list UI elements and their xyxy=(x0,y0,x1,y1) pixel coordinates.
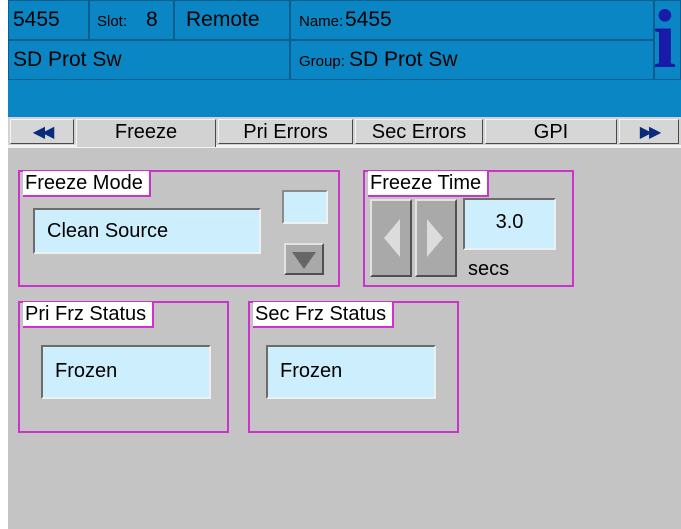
left-arrow-icon xyxy=(384,219,400,257)
group-cell: Group: SD Prot Sw xyxy=(290,40,654,80)
unit-id: 5455 xyxy=(13,8,60,31)
device-type-cell: SD Prot Sw xyxy=(8,40,290,80)
freeze-mode-group: Freeze Mode Clean Source xyxy=(18,170,340,287)
name-cell: Name: 5455 xyxy=(290,0,654,40)
sec-frz-status-group: Sec Frz Status Frozen xyxy=(248,301,459,433)
name-label: Name: xyxy=(299,13,344,30)
pri-frz-status-group: Pri Frz Status Frozen xyxy=(18,301,229,433)
group-label: Group: xyxy=(299,53,345,70)
tab-scroll-right-button[interactable]: ▶▶ xyxy=(619,119,679,144)
sec-frz-status-value: Frozen xyxy=(266,345,436,399)
slot-label: Slot: xyxy=(97,13,128,30)
mode-label: Remote xyxy=(186,8,260,31)
slot-value: 8 xyxy=(146,8,158,31)
tab-gpi[interactable]: GPI xyxy=(485,119,617,144)
freeze-time-title: Freeze Time xyxy=(368,171,490,197)
tab-scroll-left-button[interactable]: ◀◀ xyxy=(10,119,74,144)
device-type: SD Prot Sw xyxy=(13,48,122,71)
dropdown-arrow-icon xyxy=(292,252,316,269)
control-panel: 5455 Slot: 8 Remote Name: 5455 SD Prot S… xyxy=(8,0,681,529)
name-value: 5455 xyxy=(345,8,392,31)
prev-double-arrow-icon: ◀◀ xyxy=(32,124,55,141)
info-icon[interactable]: i xyxy=(653,0,676,85)
group-value: SD Prot Sw xyxy=(349,48,458,71)
slot-cell: Slot: 8 xyxy=(89,0,174,40)
mode-cell: Remote xyxy=(174,0,290,40)
right-arrow-icon xyxy=(427,219,443,257)
freeze-time-value[interactable]: 3.0 xyxy=(463,198,556,250)
pri-frz-status-title: Pri Frz Status xyxy=(23,302,155,328)
freeze-time-unit: secs xyxy=(468,258,510,280)
freeze-mode-indicator xyxy=(282,190,328,224)
tab-pri-errors[interactable]: Pri Errors xyxy=(218,119,353,144)
freeze-time-increase-button[interactable] xyxy=(415,199,457,277)
freeze-mode-value[interactable]: Clean Source xyxy=(33,208,261,254)
unit-id-cell: 5455 xyxy=(8,0,89,40)
pri-frz-status-value: Frozen xyxy=(41,345,211,399)
tab-sec-errors[interactable]: Sec Errors xyxy=(355,119,483,144)
header-divider xyxy=(8,80,681,117)
tab-freeze[interactable]: Freeze xyxy=(76,119,216,147)
info-cell[interactable]: i xyxy=(653,0,681,85)
freeze-time-group: Freeze Time 3.0 secs xyxy=(363,170,574,287)
freeze-mode-title: Freeze Mode xyxy=(23,171,151,197)
sec-frz-status-title: Sec Frz Status xyxy=(253,302,395,328)
tab-bar: ◀◀ Freeze Pri Errors Sec Errors GPI ▶▶ xyxy=(8,117,681,148)
freeze-time-decrease-button[interactable] xyxy=(370,199,412,277)
next-double-arrow-icon: ▶▶ xyxy=(639,124,662,141)
freeze-mode-dropdown-button[interactable] xyxy=(284,243,324,275)
